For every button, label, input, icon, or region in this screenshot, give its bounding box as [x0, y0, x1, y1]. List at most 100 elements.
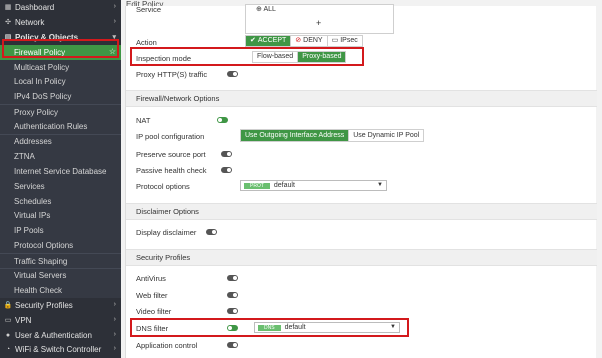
- dns-filter-highlight: [130, 318, 409, 337]
- chevron-right-icon: ›: [113, 315, 116, 323]
- sidebar-item-label: VPN: [15, 315, 32, 325]
- sidebar-item-label: User & Authentication: [15, 330, 92, 340]
- sidebar-item-label: Authentication Rules: [14, 122, 88, 132]
- deny-label: DENY: [303, 37, 323, 44]
- protocol-options-label: Protocol options: [136, 182, 190, 191]
- sidebar-item-label: Services: [14, 181, 45, 191]
- check-icon: ✔: [250, 37, 256, 44]
- protocol-value: default: [273, 182, 295, 189]
- sidebar-item-authentication-rules[interactable]: Authentication Rules: [0, 119, 121, 135]
- antivirus-toggle[interactable]: [227, 275, 238, 281]
- sidebar-item-label: Network: [15, 17, 45, 27]
- display-disclaimer-label: Display disclaimer: [136, 228, 197, 237]
- sidebar-item-proxy-policy[interactable]: Proxy Policy: [0, 104, 121, 120]
- inspection-highlight: [130, 47, 364, 66]
- ip-pool-toggle: Use Outgoing Interface Address Use Dynam…: [240, 129, 425, 142]
- preserve-source-port-toggle[interactable]: [221, 151, 232, 157]
- edit-policy-form: Service ⊕ ALL + Action ✔ ACCEPT ⊘ DENY ▭ IP…: [125, 4, 597, 358]
- sidebar-item-user-authentication[interactable]: ● User & Authentication ›: [0, 328, 121, 343]
- sidebar-item-ip-pools[interactable]: IP Pools: [0, 223, 121, 239]
- ipsec-label: IPsec: [340, 37, 358, 44]
- sidebar-item-label: Proxy Policy: [14, 107, 59, 117]
- preserve-source-port-label: Preserve source port: [136, 150, 206, 159]
- sidebar-item-virtual-ips[interactable]: Virtual IPs: [0, 208, 121, 224]
- sidebar-item-health-check[interactable]: Health Check: [0, 282, 121, 298]
- service-field[interactable]: ⊕ ALL +: [245, 4, 394, 34]
- action-ipsec-button[interactable]: ▭ IPsec: [326, 36, 362, 46]
- sidebar-item-traffic-shaping[interactable]: Traffic Shaping: [0, 253, 121, 269]
- firewall-network-section: Firewall/Network Options: [126, 90, 597, 107]
- action-accept-button[interactable]: ✔ ACCEPT: [246, 36, 291, 46]
- sidebar-item-label: ZTNA: [14, 151, 35, 161]
- use-dynamic-ip-pool-button[interactable]: Use Dynamic IP Pool: [348, 130, 424, 141]
- monitor-icon: ▭: [4, 317, 12, 325]
- sidebar-item-schedules[interactable]: Schedules: [0, 193, 121, 209]
- protocol-options-select[interactable]: PROT default ▼: [240, 180, 387, 191]
- ip-pool-label: IP pool configuration: [136, 132, 205, 141]
- accept-label: ACCEPT: [257, 37, 287, 44]
- sidebar-item-label: Multicast Policy: [14, 62, 70, 72]
- sidebar-item-security-profiles[interactable]: 🔒 Security Profiles ›: [0, 298, 121, 313]
- video-filter-label: Video filter: [136, 307, 172, 316]
- application-control-toggle[interactable]: [227, 342, 238, 348]
- sidebar-item-label: Addresses: [14, 137, 52, 147]
- sidebar-item-label: Health Check: [14, 285, 63, 295]
- nat-label: NAT: [136, 116, 151, 125]
- sidebar-item-dashboard[interactable]: ▦ Dashboard ›: [0, 0, 121, 15]
- sidebar-item-ztna[interactable]: ZTNA: [0, 148, 121, 164]
- sidebar-item-label: Virtual Servers: [14, 271, 67, 281]
- sidebar-item-protocol-options[interactable]: Protocol Options: [0, 238, 121, 254]
- firewall-policy-highlight: [2, 39, 119, 58]
- web-filter-toggle[interactable]: [227, 292, 238, 298]
- nat-toggle[interactable]: [217, 117, 228, 123]
- service-value: ALL: [263, 6, 276, 13]
- dashboard-icon: ▦: [4, 4, 12, 12]
- service-label: Service: [136, 5, 162, 14]
- chevron-right-icon: ›: [113, 3, 116, 10]
- sidebar-item-wifi-switch-controller[interactable]: ◔ WiFi & Switch Controller ›: [0, 342, 121, 357]
- add-service-button[interactable]: +: [316, 18, 321, 28]
- passive-health-check-label: Passive health check: [136, 166, 207, 175]
- action-deny-button[interactable]: ⊘ DENY: [290, 36, 327, 46]
- action-label: Action: [136, 38, 157, 47]
- sidebar-item-virtual-servers[interactable]: Virtual Servers: [0, 268, 121, 283]
- service-all-entry[interactable]: ⊕ ALL: [256, 5, 276, 13]
- sidebar-item-label: Local In Policy: [14, 77, 66, 87]
- sidebar-item-multicast-policy[interactable]: Multicast Policy: [0, 59, 121, 75]
- lock-icon: 🔒: [3, 302, 13, 310]
- passive-health-check-toggle[interactable]: [221, 167, 232, 173]
- sidebar-item-label: Virtual IPs: [14, 211, 51, 221]
- sidebar-item-network[interactable]: ✣ Network ›: [0, 15, 121, 30]
- display-disclaimer-toggle[interactable]: [206, 229, 217, 235]
- application-control-label: Application control: [136, 341, 198, 350]
- sidebar-item-label: Dashboard: [15, 2, 55, 12]
- web-filter-label: Web filter: [136, 291, 168, 300]
- monitor-icon: ▭: [331, 37, 339, 44]
- user-icon: ●: [5, 331, 11, 339]
- sidebar-item-vpn[interactable]: ▭ VPN ›: [0, 313, 121, 328]
- chevron-right-icon: ›: [113, 330, 116, 338]
- sidebar-item-label: Internet Service Database: [14, 166, 107, 176]
- sidebar-item-internet-service-database[interactable]: Internet Service Database: [0, 163, 121, 179]
- network-icon: ✣: [5, 19, 11, 27]
- sidebar-item-local-in-policy[interactable]: Local In Policy: [0, 74, 121, 90]
- deny-icon: ⊘: [295, 37, 302, 44]
- sidebar-item-label: Protocol Options: [14, 241, 74, 251]
- sidebar-item-ipv4-dos-policy[interactable]: IPv4 DoS Policy: [0, 89, 121, 105]
- sidebar-item-label: IPv4 DoS Policy: [14, 92, 72, 102]
- security-profiles-section: Security Profiles: [126, 249, 597, 266]
- use-outgoing-interface-button[interactable]: Use Outgoing Interface Address: [241, 130, 349, 141]
- sidebar-item-label: Schedules: [14, 196, 52, 206]
- protocol-tag: PROT: [244, 182, 270, 189]
- sidebar-item-addresses[interactable]: Addresses: [0, 134, 121, 149]
- video-filter-toggle[interactable]: [227, 308, 238, 314]
- proxy-https-toggle[interactable]: [227, 71, 238, 77]
- main-content: Edit Policy Service ⊕ ALL + Action ✔ ACCE…: [121, 0, 602, 358]
- sidebar-item-label: IP Pools: [14, 226, 44, 236]
- sidebar-item-label: WiFi & Switch Controller: [15, 345, 102, 355]
- action-toggle-group: ✔ ACCEPT ⊘ DENY ▭ IPsec: [245, 35, 363, 47]
- disclaimer-section: Disclaimer Options: [126, 203, 597, 220]
- chevron-right-icon: ›: [113, 300, 116, 308]
- sidebar-item-label: Traffic Shaping: [14, 256, 68, 266]
- sidebar-item-services[interactable]: Services: [0, 178, 121, 194]
